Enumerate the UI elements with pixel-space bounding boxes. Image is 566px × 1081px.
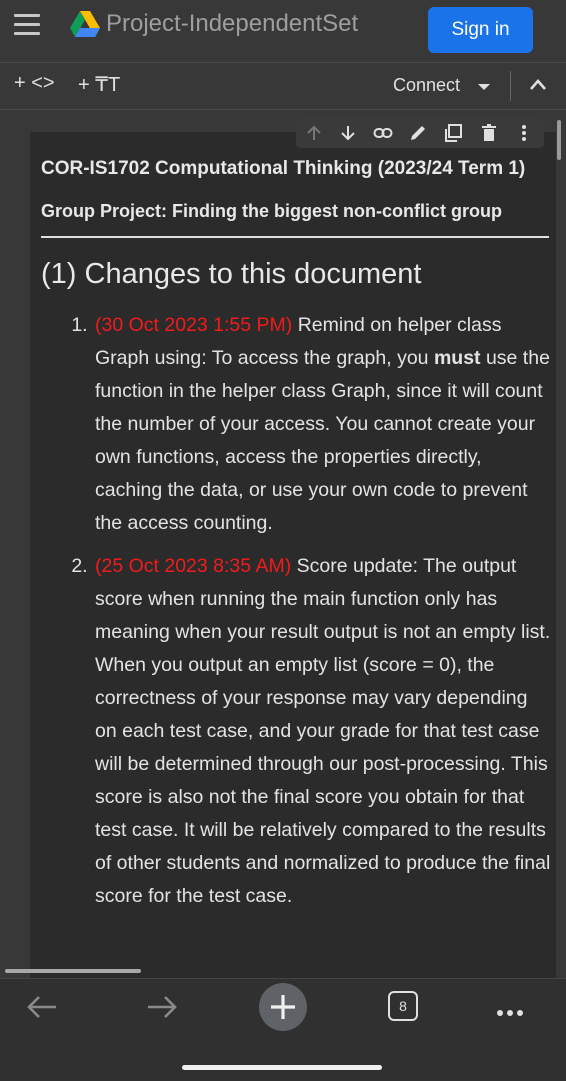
change-text: use the function in the helper class Gra… bbox=[95, 347, 550, 534]
back-arrow-icon[interactable] bbox=[26, 995, 58, 1019]
browser-bottom-bar: 8 bbox=[0, 978, 566, 1081]
text-cell[interactable]: COR-IS1702 Computational Thinking (2023/… bbox=[30, 132, 556, 980]
plus-icon bbox=[271, 995, 295, 1019]
change-timestamp: (25 Oct 2023 8:35 AM) bbox=[95, 555, 292, 577]
arrow-up-icon[interactable] bbox=[304, 123, 324, 143]
add-code-cell-button[interactable]: + <> bbox=[14, 72, 55, 95]
new-tab-button[interactable] bbox=[259, 983, 307, 1031]
list-item: (30 Oct 2023 1:55 PM) Remind on helper c… bbox=[93, 309, 551, 540]
trash-icon[interactable] bbox=[479, 123, 499, 143]
cell-content: COR-IS1702 Computational Thinking (2023/… bbox=[41, 152, 551, 923]
cell-toolbar bbox=[296, 118, 544, 148]
menu-icon[interactable] bbox=[14, 14, 40, 36]
add-text-cell-button[interactable]: + ₸T bbox=[78, 72, 120, 97]
sign-in-button[interactable]: Sign in bbox=[428, 7, 533, 53]
horizontal-rule bbox=[41, 236, 549, 238]
more-vert-icon[interactable] bbox=[514, 123, 534, 143]
change-timestamp: (30 Oct 2023 1:55 PM) bbox=[95, 314, 293, 336]
section-heading: (1) Changes to this document bbox=[41, 258, 422, 290]
vertical-scrollbar[interactable] bbox=[557, 120, 561, 160]
connect-button[interactable]: Connect bbox=[393, 75, 460, 96]
toolbar-divider bbox=[510, 71, 511, 101]
changes-list: (30 Oct 2023 1:55 PM) Remind on helper c… bbox=[41, 309, 551, 913]
change-text: Score update: The output score when runn… bbox=[95, 555, 551, 907]
list-item: (25 Oct 2023 8:35 AM) Score update: The … bbox=[93, 550, 551, 913]
course-title: COR-IS1702 Computational Thinking (2023/… bbox=[41, 158, 526, 179]
arrow-down-icon[interactable] bbox=[338, 123, 358, 143]
mirror-cell-icon[interactable] bbox=[443, 123, 463, 143]
pencil-icon[interactable] bbox=[408, 123, 428, 143]
chevron-up-icon[interactable] bbox=[528, 75, 548, 95]
tab-switcher-button[interactable]: 8 bbox=[388, 991, 418, 1021]
top-app-bar: Project-IndependentSet Sign in bbox=[0, 0, 566, 63]
drive-logo-icon bbox=[70, 11, 100, 37]
project-title: Group Project: Finding the biggest non-c… bbox=[41, 201, 502, 221]
more-horiz-icon[interactable] bbox=[497, 1003, 527, 1021]
app-title: Project-IndependentSet bbox=[106, 10, 359, 37]
home-indicator[interactable] bbox=[182, 1065, 382, 1070]
horizontal-scrollbar[interactable] bbox=[5, 969, 141, 973]
forward-arrow-icon[interactable] bbox=[146, 995, 178, 1019]
link-icon[interactable] bbox=[373, 123, 393, 143]
notebook-toolbar: + <> + ₸T Connect bbox=[0, 63, 566, 110]
chevron-down-icon[interactable] bbox=[478, 84, 490, 90]
emphasis-text: must bbox=[433, 347, 481, 369]
